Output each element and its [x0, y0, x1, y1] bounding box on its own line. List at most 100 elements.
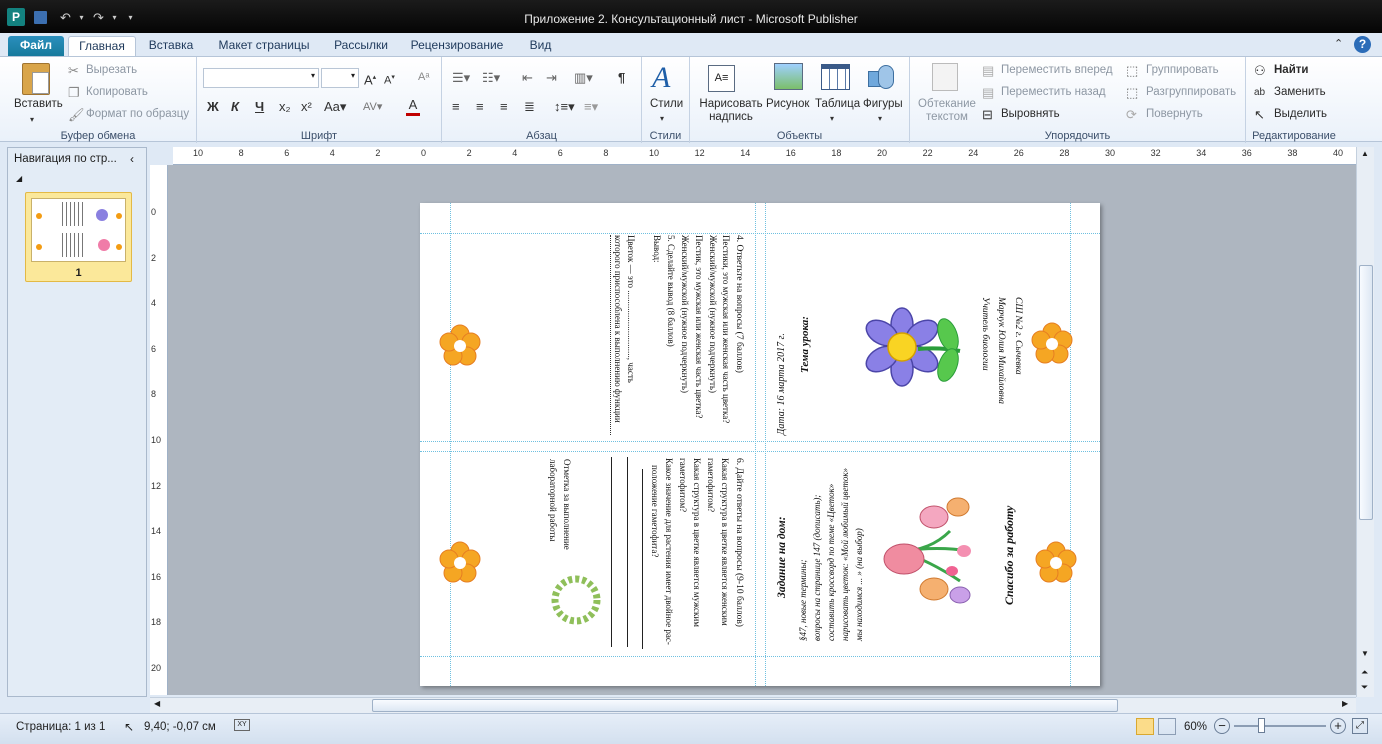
justify-icon[interactable]: ≣: [524, 99, 535, 115]
homework-item-2: вопросы на странице 147 (дописать);: [812, 494, 822, 641]
flower-icon[interactable]: [437, 323, 483, 369]
laurel-wreath-image[interactable]: [548, 571, 604, 629]
shapes-button[interactable]: Фигуры: [863, 98, 903, 110]
zoom-out-icon[interactable]: −: [1214, 718, 1230, 734]
decrease-indent-icon[interactable]: ⇤: [522, 70, 533, 86]
bring-forward-button[interactable]: Переместить вперед: [1001, 64, 1113, 76]
shrink-font-icon[interactable]: A▾: [384, 70, 395, 89]
grade-label-1: Отметка за выполнение: [562, 459, 572, 550]
wrap-text-button[interactable]: Обтекание текстом: [914, 98, 980, 124]
zoom-in-icon[interactable]: +: [1330, 718, 1346, 734]
cut-button[interactable]: Вырезать: [86, 64, 137, 76]
clear-formatting-icon[interactable]: Aᵃ: [418, 69, 429, 85]
draw-textbox-button[interactable]: Нарисовать надпись: [698, 98, 764, 124]
paste-button[interactable]: Вставить: [14, 98, 63, 110]
character-spacing-icon[interactable]: AV▾: [363, 99, 382, 115]
previous-page-icon[interactable]: ⏶: [1361, 667, 1368, 678]
flower-icon[interactable]: [437, 540, 483, 586]
paragraph-spacing-icon[interactable]: ≡▾: [584, 99, 598, 115]
scrollbar-thumb[interactable]: [1359, 265, 1373, 520]
table-icon[interactable]: [821, 64, 850, 90]
shapes-dropdown-icon[interactable]: ▾: [878, 111, 882, 127]
styles-dropdown-icon[interactable]: ▾: [660, 111, 664, 127]
table-button[interactable]: Таблица: [815, 98, 860, 110]
bullets-icon[interactable]: ☰▾: [452, 70, 470, 86]
ungroup-button[interactable]: Разгруппировать: [1146, 86, 1236, 98]
purple-flower-image[interactable]: [860, 307, 972, 393]
copy-button[interactable]: Копировать: [86, 86, 148, 98]
styles-button[interactable]: Стили: [650, 98, 683, 110]
zoom-level[interactable]: 60%: [1184, 721, 1207, 733]
shapes-icon[interactable]: [868, 63, 896, 91]
expand-section-icon[interactable]: ◢: [16, 174, 22, 183]
tab-page-layout[interactable]: Макет страницы: [209, 36, 319, 56]
italic-button[interactable]: К: [231, 99, 239, 115]
next-page-icon[interactable]: ⏷: [1361, 682, 1368, 693]
send-backward-button[interactable]: Переместить назад: [1001, 86, 1106, 98]
line-spacing-icon[interactable]: ↕≡▾: [554, 99, 575, 115]
align-left-icon[interactable]: ≡: [452, 99, 460, 115]
picture-icon[interactable]: [774, 63, 803, 90]
scroll-right-icon[interactable]: ▶: [1342, 699, 1348, 708]
tab-view[interactable]: Вид: [518, 36, 563, 56]
font-size-combo[interactable]: ▾: [321, 68, 359, 88]
tab-home[interactable]: Главная: [68, 36, 136, 56]
zoom-slider-thumb[interactable]: [1258, 718, 1265, 733]
grow-font-icon[interactable]: A▴: [364, 70, 376, 88]
flower-icon[interactable]: [1029, 321, 1075, 367]
horizontal-scrollbar[interactable]: ◀ ▶: [150, 697, 1356, 713]
minimize-ribbon-icon[interactable]: ⌃: [1334, 37, 1343, 50]
numbering-icon[interactable]: ☷▾: [482, 70, 500, 86]
publication-page[interactable]: 4. Ответьте на вопросы (7 баллов) Пестик…: [420, 203, 1100, 686]
show-marks-icon[interactable]: ¶: [618, 70, 625, 86]
columns-icon[interactable]: ▥▾: [574, 70, 593, 86]
vertical-ruler[interactable]: 0 2 4 6 8 10 12 14 16 18 20: [150, 165, 168, 695]
bold-button[interactable]: Ж: [207, 99, 219, 115]
tab-mailings[interactable]: Рассылки: [326, 36, 396, 56]
font-color-icon[interactable]: A: [406, 97, 420, 116]
group-button[interactable]: Группировать: [1146, 64, 1219, 76]
flower-icon[interactable]: [1033, 540, 1079, 586]
underline-button[interactable]: Ч: [255, 99, 264, 115]
paste-icon[interactable]: [22, 63, 50, 95]
font-name-combo[interactable]: ▾: [203, 68, 319, 88]
find-button[interactable]: Найти: [1274, 64, 1308, 76]
single-page-view-icon[interactable]: [1136, 718, 1154, 735]
align-center-icon[interactable]: ≡: [476, 99, 484, 115]
horizontal-ruler[interactable]: 10 8 6 4 2 0 2 4 6 8 10 12 14 16 18 20 22 24 26 28 30 32 34 36 3…: [173, 147, 1356, 165]
superscript-icon[interactable]: x²: [301, 99, 312, 115]
help-icon[interactable]: ?: [1354, 36, 1371, 53]
table-dropdown-icon[interactable]: ▾: [830, 111, 834, 127]
page-thumbnail[interactable]: 1: [25, 192, 132, 282]
ruler-tick-label: 6: [284, 148, 290, 158]
increase-indent-icon[interactable]: ⇥: [546, 70, 557, 86]
scroll-down-icon[interactable]: ▼: [1361, 649, 1369, 658]
tab-insert[interactable]: Вставка: [141, 36, 201, 56]
scroll-left-icon[interactable]: ◀: [154, 699, 160, 708]
collapse-pane-icon[interactable]: ‹: [130, 152, 134, 166]
horizontal-scrollbar-thumb[interactable]: [372, 699, 1118, 712]
align-right-icon[interactable]: ≡: [500, 99, 508, 115]
tab-file[interactable]: Файл: [8, 36, 64, 56]
question-4: 4. Ответьте на вопросы (7 баллов): [734, 235, 744, 373]
rotate-button[interactable]: Повернуть: [1146, 108, 1203, 120]
bouquet-image[interactable]: [880, 491, 976, 611]
replace-button[interactable]: Заменить: [1274, 86, 1326, 98]
tab-review[interactable]: Рецензирование: [402, 36, 512, 56]
fit-page-icon[interactable]: ⤢: [1352, 718, 1368, 734]
vertical-scrollbar[interactable]: ▲ ▼ ⏶ ⏷: [1356, 147, 1374, 697]
page-status[interactable]: Страница: 1 из 1: [16, 721, 105, 733]
ruler-tick-label: 2: [466, 148, 472, 158]
styles-icon[interactable]: A: [652, 61, 670, 95]
two-page-view-icon[interactable]: [1158, 718, 1176, 735]
format-painter-button[interactable]: Формат по образцу: [86, 108, 189, 120]
select-button[interactable]: Выделить: [1274, 108, 1327, 120]
align-objects-button[interactable]: Выровнять: [1001, 108, 1060, 120]
change-case-icon[interactable]: Aa▾: [324, 99, 346, 115]
zoom-slider-track[interactable]: [1234, 725, 1326, 727]
draw-textbox-icon[interactable]: A≡: [708, 65, 735, 92]
scroll-up-icon[interactable]: ▲: [1361, 149, 1369, 158]
subscript-icon[interactable]: x₂: [279, 99, 291, 115]
picture-button[interactable]: Рисунок: [766, 98, 809, 110]
paste-dropdown-icon[interactable]: ▾: [30, 112, 34, 128]
